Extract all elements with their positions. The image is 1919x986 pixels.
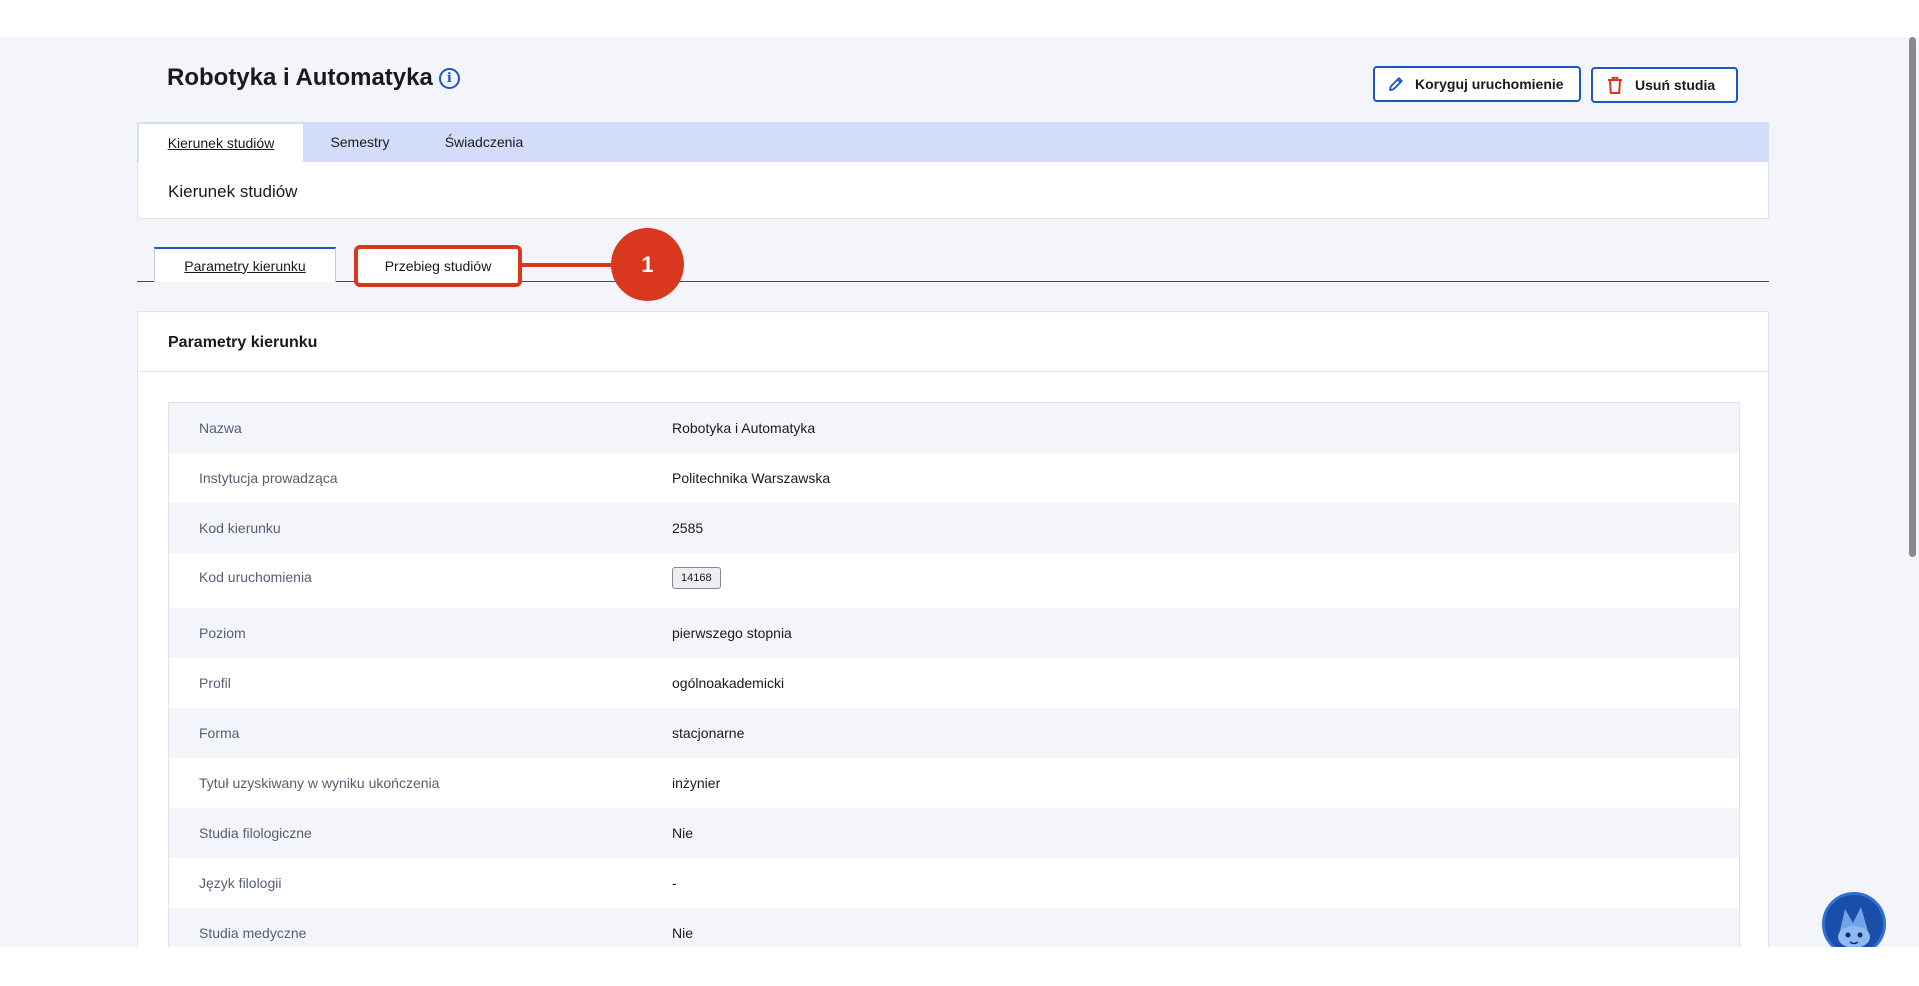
app-background: Robotyka i Automatyka i Koryguj uruchomi… [0,37,1905,947]
subtab-field-parameters[interactable]: Parametry kierunku [154,247,336,282]
row-label: Kod uruchomienia [199,569,312,585]
table-row: Nazwa Robotyka i Automatyka [169,403,1739,453]
row-value: Nie [672,825,694,841]
row-label: Forma [199,725,240,741]
row-label: Poziom [199,625,246,641]
row-label: Tytuł uzyskiwany w wyniku ukończenia [199,775,440,791]
pencil-icon [1389,77,1403,91]
table-row: Studia filologiczne Nie [169,808,1739,858]
table-row: Kod kierunku 2585 [169,503,1739,553]
row-value: pierwszego stopnia [672,625,792,641]
table-row: Profil ogólnoakademicki [169,658,1739,708]
parameters-divider [138,371,1768,372]
section-title: Kierunek studiów [168,182,298,201]
table-row: Poziom pierwszego stopnia [169,608,1739,658]
delete-studies-label: Usuń studia [1635,77,1716,93]
row-value: stacjonarne [672,725,745,741]
page-title: Robotyka i Automatyka [167,64,433,91]
page-header: Robotyka i Automatyka i [167,64,460,92]
tab-services[interactable]: Świadczenia [419,122,549,162]
vertical-scrollbar[interactable] [1905,37,1919,947]
row-value: 14168 [672,553,721,589]
edit-launch-button[interactable]: Koryguj uruchomienie [1373,66,1581,102]
row-label: Studia medyczne [199,925,307,941]
assistant-avatar-button[interactable] [1822,892,1886,947]
row-value: - [672,875,677,891]
delete-studies-button[interactable]: Usuń studia [1591,67,1738,103]
fox-mascot-icon [1838,907,1870,947]
callout-badge: 1 [611,228,684,301]
table-row: Instytucja prowadząca Politechnika Warsz… [169,453,1739,503]
row-value: Politechnika Warszawska [672,470,831,486]
scrollbar-thumb[interactable] [1909,37,1916,557]
row-value: Nie [672,925,694,941]
info-circle-icon[interactable]: i [438,67,460,89]
callout-connector [522,263,612,267]
table-row: Forma stacjonarne [169,708,1739,758]
launch-code-badge: 14168 [672,567,721,589]
row-value: Robotyka i Automatyka [672,420,816,436]
row-label: Kod kierunku [199,520,281,536]
parameters-title: Parametry kierunku [168,334,318,351]
row-value: 2585 [672,520,704,536]
row-label: Studia filologiczne [199,825,312,841]
table-row: Język filologii - [169,858,1739,908]
row-label: Nazwa [199,420,242,436]
trash-icon [1608,76,1622,94]
table-row: Kod uruchomienia 14168 [169,553,1739,608]
table-row: Studia medyczne Nie [169,908,1739,947]
subtab-study-course[interactable]: Przebieg studiów [354,245,522,287]
section-header-card: Kierunek studiów [137,162,1769,219]
row-value: ogólnoakademicki [672,675,785,691]
main-tabs: Kierunek studiów Semestry Świadczenia [137,122,1769,162]
row-label: Język filologii [199,875,282,891]
row-value: inżynier [672,775,721,791]
row-label: Profil [199,675,231,691]
parameters-card: Parametry kierunku Nazwa Robotyka i Auto… [137,311,1769,947]
edit-launch-label: Koryguj uruchomienie [1415,76,1564,92]
row-label: Instytucja prowadząca [199,470,338,486]
tab-field-of-study[interactable]: Kierunek studiów [139,124,303,162]
tab-semesters[interactable]: Semestry [305,122,415,162]
parameters-table: Nazwa Robotyka i Automatyka Instytucja p… [168,402,1740,947]
table-row: Tytuł uzyskiwany w wyniku ukończenia inż… [169,758,1739,808]
